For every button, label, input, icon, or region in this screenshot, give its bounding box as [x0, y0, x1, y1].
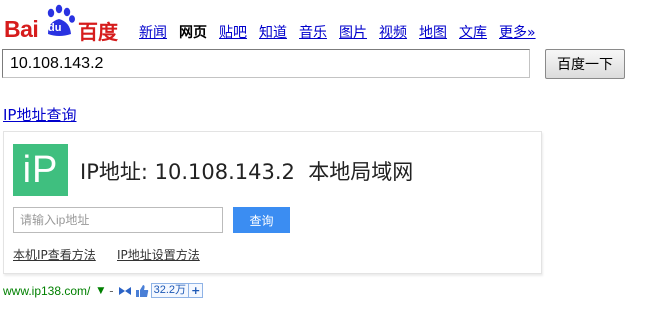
result-title-link[interactable]: IP地址查询 — [3, 104, 76, 125]
nav-item-zhidao[interactable]: 知道 — [259, 22, 287, 42]
bow-icon[interactable] — [118, 286, 132, 296]
nav-item-video[interactable]: 视频 — [379, 22, 407, 42]
ip-address-input[interactable] — [13, 207, 223, 233]
result-footer: www.ip138.com/ ▼ - 32.2万 + — [3, 283, 204, 298]
search-input[interactable] — [2, 49, 530, 78]
ip-logo-icon: iP — [13, 144, 68, 196]
search-button[interactable]: 百度一下 — [545, 49, 625, 79]
query-button[interactable]: 查询 — [233, 207, 290, 233]
baidu-logo[interactable]: Bai du 百度 — [4, 2, 124, 46]
footer-separator: - — [109, 283, 114, 298]
ip-lookup-card: iP IP地址: 10.108.143.2 本地局域网 查询 本机IP查看方法 … — [3, 131, 542, 274]
caret-down-icon[interactable]: ▼ — [97, 286, 104, 296]
nav-item-tieba[interactable]: 贴吧 — [219, 22, 247, 42]
logo-text-cn: 百度 — [78, 20, 118, 44]
nav-item-map[interactable]: 地图 — [419, 22, 447, 42]
nav-item-music[interactable]: 音乐 — [299, 22, 327, 42]
local-ip-howto-link[interactable]: 本机IP查看方法 — [13, 246, 96, 263]
nav-item-more[interactable]: 更多» — [499, 22, 536, 42]
ip-settings-howto-link[interactable]: IP地址设置方法 — [117, 246, 200, 263]
thumbs-up-icon[interactable] — [135, 284, 149, 298]
like-count-badge: 32.2万 — [150, 283, 190, 298]
logo-text-bai: Bai — [4, 16, 39, 42]
nav-item-web[interactable]: 网页 — [179, 22, 207, 42]
nav-item-images[interactable]: 图片 — [339, 22, 367, 42]
ip-result-text: IP地址: 10.108.143.2 本地局域网 — [80, 160, 414, 184]
nav-item-wenku[interactable]: 文库 — [459, 22, 487, 42]
plus-icon[interactable]: + — [189, 283, 204, 298]
logo-text-du: du — [48, 22, 62, 34]
result-url: www.ip138.com/ — [3, 283, 91, 298]
top-nav: 新闻 网页 贴吧 知道 音乐 图片 视频 地图 文库 更多» — [139, 22, 548, 42]
nav-item-news[interactable]: 新闻 — [139, 22, 167, 42]
